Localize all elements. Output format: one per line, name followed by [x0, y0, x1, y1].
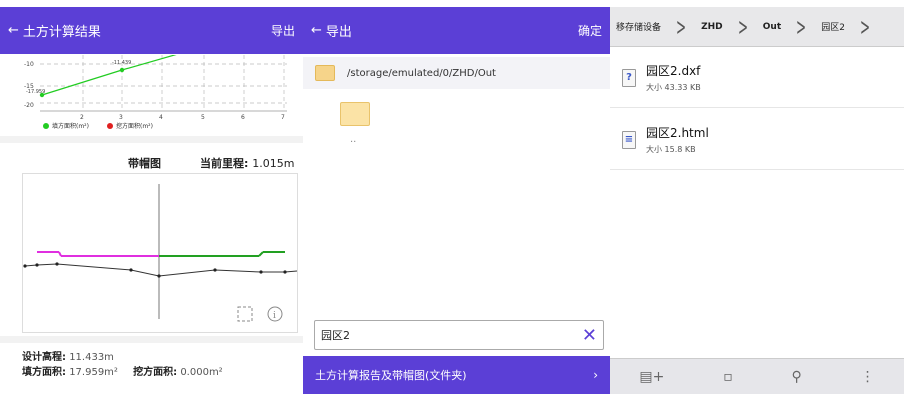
x-tick-label: 3: [119, 114, 123, 121]
ground-point: [213, 268, 217, 272]
data-label: -11.439: [112, 60, 131, 66]
x-tick-label: 2: [80, 114, 84, 121]
divider: [0, 136, 303, 143]
ground-line: [24, 263, 298, 277]
band-chart-label: 带帽图: [128, 157, 161, 170]
export-panel: ← 导出 确定 /storage/emulated/0/ZHD/Out .. 园…: [303, 0, 610, 394]
back-arrow-icon[interactable]: ←: [8, 23, 19, 38]
breadcrumb-item[interactable]: 园区2: [815, 7, 851, 47]
breadcrumb-item[interactable]: 移存储设备: [610, 7, 667, 47]
clipboard-icon[interactable]: ▫: [723, 369, 733, 385]
file-name: 园区2.dxf: [646, 64, 701, 78]
cross-section-chart[interactable]: i: [22, 173, 298, 333]
chevron-right-icon: ›: [593, 368, 598, 382]
ground-point: [55, 262, 59, 266]
current-path[interactable]: /storage/emulated/0/ZHD/Out: [303, 57, 610, 89]
confirm-button[interactable]: 确定: [578, 22, 602, 39]
folder-icon: [315, 65, 335, 81]
chevron-right-icon: >: [737, 12, 748, 41]
breadcrumb-item[interactable]: Out: [757, 7, 787, 47]
html-file-icon: ≡: [622, 130, 636, 149]
file-size: 大小 15.8 KB: [646, 145, 696, 154]
ground-point: [157, 274, 161, 278]
design-line: [258, 251, 264, 257]
x-tick-label: 7: [281, 114, 285, 121]
export-type-label: 土方计算报告及带帽图(文件夹): [315, 369, 467, 382]
ground-point: [23, 264, 27, 268]
fill-series-line: [121, 55, 177, 71]
page-title: 土方计算结果: [22, 25, 101, 40]
fullscreen-icon[interactable]: [237, 306, 253, 322]
fill-area-label: 填方面积:: [22, 367, 66, 378]
divider: [0, 336, 303, 343]
x-tick-label: 5: [201, 114, 205, 121]
legend-cut-marker: [107, 123, 113, 129]
file-size: 大小 43.33 KB: [646, 83, 701, 92]
ground-point: [259, 270, 263, 274]
legend-fill-marker: [43, 123, 49, 129]
x-tick-label: 4: [159, 114, 163, 121]
ground-point: [129, 268, 133, 272]
question-file-icon: ?: [622, 68, 636, 87]
file-browser-panel: 移存储设备 > ZHD > Out > 园区2 > ? 园区2.dxf 大小 4…: [610, 0, 904, 394]
chevron-right-icon: >: [796, 12, 807, 41]
file-item[interactable]: ≡ 园区2.html 大小 15.8 KB: [610, 110, 904, 170]
design-line: [58, 251, 62, 257]
design-elevation-value: 11.433m: [69, 352, 114, 363]
chevron-right-icon: >: [676, 12, 687, 41]
page-title: 导出: [325, 25, 352, 40]
earthwork-result-panel: ← 土方计算结果 导出 -10 -15 -20 2 3 4 5 6 7 -11.…: [0, 0, 303, 394]
ground-point: [35, 263, 39, 267]
fill-area-value: 17.959m²: [69, 367, 118, 378]
svg-text:i: i: [273, 311, 276, 321]
result-info: 设计高程: 11.433m 填方面积: 17.959m² 挖方面积: 0.000…: [22, 350, 235, 380]
export-button[interactable]: 导出: [271, 22, 295, 39]
info-icon[interactable]: i: [267, 306, 283, 322]
back-arrow-icon[interactable]: ←: [311, 23, 322, 38]
breadcrumb-item[interactable]: ZHD: [695, 7, 729, 47]
clear-icon[interactable]: ✕: [582, 325, 597, 346]
new-folder-icon[interactable]: ▤+: [639, 369, 664, 385]
fill-series-line: [41, 69, 123, 96]
bottom-toolbar: ▤+ ▫ ⚲ ⋮: [610, 358, 904, 394]
cut-area-value: 0.000m²: [180, 367, 223, 378]
y-tick-label: -20: [24, 102, 34, 109]
cut-area-label: 挖方面积:: [133, 367, 178, 378]
filename-input[interactable]: 园区2 ✕: [314, 320, 604, 350]
profile-header: 带帽图 当前里程: 1.015m: [0, 155, 303, 173]
parent-folder-icon[interactable]: [340, 102, 370, 126]
search-icon[interactable]: ⚲: [792, 369, 802, 385]
x-tick-label: 6: [241, 114, 245, 121]
app-bar: ← 土方计算结果 导出: [0, 7, 303, 54]
filename-value: 园区2: [321, 329, 350, 342]
legend-cut-label: 挖方面积(m²): [116, 122, 153, 130]
parent-folder-label: ..: [350, 134, 357, 145]
area-chart: -10 -15 -20 2 3 4 5 6 7 -11.439 -17.959 …: [24, 55, 287, 130]
more-vert-icon[interactable]: ⋮: [861, 369, 875, 385]
app-bar: ← 导出 确定: [303, 7, 610, 54]
legend-fill-label: 填方面积(m²): [52, 122, 89, 130]
ground-point: [283, 270, 287, 274]
y-tick-label: -10: [24, 61, 34, 68]
export-type-selector[interactable]: 土方计算报告及带帽图(文件夹) ›: [303, 356, 610, 394]
file-name: 园区2.html: [646, 126, 709, 140]
chevron-right-icon: >: [860, 12, 871, 41]
fill-point: [39, 92, 45, 98]
breadcrumb: 移存储设备 > ZHD > Out > 园区2 >: [610, 7, 904, 47]
mileage-label: 当前里程: 1.015m: [200, 157, 295, 170]
file-item[interactable]: ? 园区2.dxf 大小 43.33 KB: [610, 48, 904, 108]
path-text: /storage/emulated/0/ZHD/Out: [347, 67, 496, 79]
design-elevation-label: 设计高程:: [22, 352, 66, 363]
fill-point: [119, 67, 125, 73]
